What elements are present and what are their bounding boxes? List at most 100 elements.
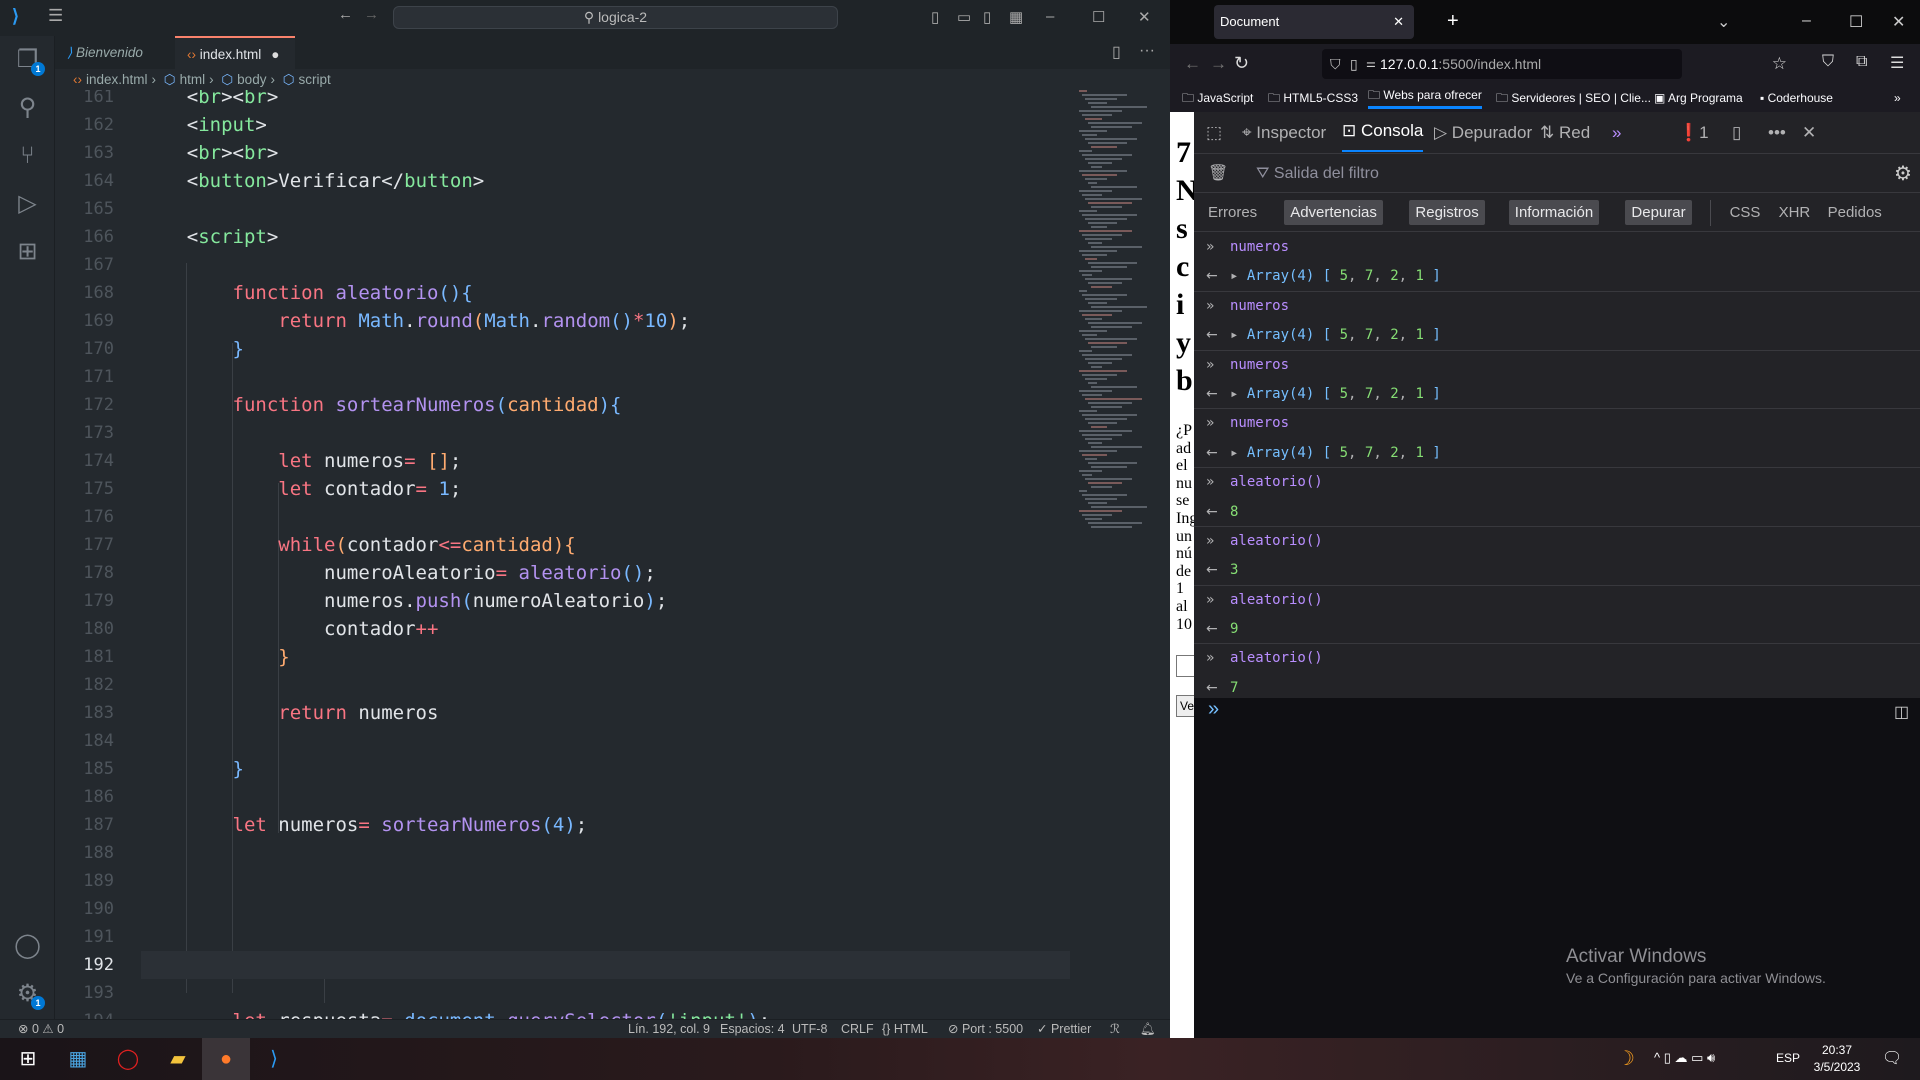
error-count[interactable]: ❗1 [1678, 112, 1709, 154]
console-result-entry[interactable]: ← ▸ Array(4) [ 5, 7, 2, 1 ] [1194, 321, 1920, 351]
console-input-entry[interactable]: » numeros [1194, 409, 1920, 438]
filter-xhr[interactable]: XHR [1773, 200, 1817, 225]
element-picker-icon[interactable]: ⬚ [1206, 112, 1222, 154]
line-ending[interactable]: CRLF [841, 1020, 874, 1039]
code-editor[interactable]: 161 <br><br> 162 <input> 163 <br><br> 164 <… [55, 90, 1070, 1019]
filter-pedidos[interactable]: Pedidos [1822, 200, 1888, 225]
explorer-icon[interactable]: ❐ 1 [0, 36, 55, 84]
tab-network[interactable]: ⇅ Red [1540, 112, 1590, 154]
code-line[interactable]: return Math.round(Math.random()*10); [141, 307, 690, 335]
settings-gear-icon[interactable]: ⚙ 1 [0, 970, 55, 1018]
console-input-entry[interactable]: » numeros [1194, 351, 1920, 380]
indentation[interactable]: Espacios: 4 [720, 1020, 785, 1039]
code-line[interactable]: <script> [141, 223, 279, 251]
shield-icon[interactable]: ⛉ [1330, 49, 1341, 79]
filter-información[interactable]: Información [1508, 200, 1600, 225]
editor-mode-icon[interactable]: ◫ [1894, 702, 1909, 722]
list-tabs-icon[interactable]: ⌄ [1717, 12, 1730, 32]
answer-input[interactable] [1176, 655, 1194, 677]
expand-triangle-icon[interactable]: ▸ [1230, 386, 1247, 402]
prettier-status[interactable]: ✓ Prettier [1037, 1020, 1091, 1039]
extensions-icon[interactable]: ⧉ [1856, 53, 1867, 71]
command-center-search[interactable]: ⚲ logica-2 [393, 6, 838, 29]
console-input-entry[interactable]: » numeros [1194, 233, 1920, 262]
code-line[interactable]: <br><br> [141, 90, 279, 111]
bookmark-folder[interactable]: 🗀︎ Webs para ofrecer [1368, 84, 1482, 109]
firefox-icon[interactable]: ● [202, 1038, 250, 1080]
bookmark-folder[interactable]: 🗀︎ Servideores | SEO | Clie... [1496, 84, 1651, 112]
toggle-secondary-sidebar-icon[interactable]: ▯ [983, 8, 991, 26]
console-result-entry[interactable]: ← ▸ Array(4) [ 5, 7, 2, 1 ] [1194, 439, 1920, 469]
tab-console[interactable]: ⊡ Consola [1342, 112, 1424, 152]
close-devtools-icon[interactable]: ✕ [1802, 112, 1816, 154]
trash-icon[interactable]: 🗑︎ [1208, 155, 1228, 193]
more-bookmarks-icon[interactable]: » [1894, 84, 1901, 112]
settings-gear-icon[interactable]: ⚙ [1894, 155, 1912, 193]
more-options-icon[interactable]: ••• [1768, 112, 1786, 154]
code-line[interactable]: } [141, 755, 244, 783]
more-actions-icon[interactable]: ··· [1139, 42, 1155, 60]
console-result-entry[interactable]: ← 3 [1194, 556, 1920, 586]
new-tab-icon[interactable]: + [1447, 10, 1459, 33]
url-bar[interactable]: ⛉ ▯ ⚌ 127.0.0.1:5500/index.html ☆ [1322, 49, 1787, 79]
maximize-icon[interactable]: ☐ [1849, 12, 1863, 32]
expand-triangle-icon[interactable]: ▸ [1230, 327, 1247, 343]
run-debug-icon[interactable]: ▷ [0, 180, 55, 228]
tray-icons[interactable]: ^ ▯ ☁ ▭ 🔊︎ [1654, 1050, 1715, 1066]
breadcrumb-item[interactable]: body [237, 72, 266, 87]
bookmark-link[interactable]: ▪ Coderhouse [1760, 84, 1833, 112]
encoding[interactable]: UTF-8 [792, 1020, 827, 1039]
extensions-icon[interactable]: ⊞ [0, 228, 55, 276]
console-result-entry[interactable]: ← 8 [1194, 498, 1920, 527]
notifications-bell-icon[interactable]: 🔔︎ [1140, 1020, 1156, 1039]
code-line[interactable]: let numeros= []; [141, 447, 461, 475]
code-line[interactable]: let respuesta= document.querySelector('i… [141, 1007, 771, 1019]
minimap[interactable] [1075, 90, 1160, 570]
console-result-entry[interactable]: ← ▸ Array(4) [ 5, 7, 2, 1 ] [1194, 380, 1920, 410]
filter-registros[interactable]: Registros [1409, 200, 1485, 225]
tab-inspector[interactable]: ⌖ Inspector [1242, 112, 1326, 154]
source-control-icon[interactable]: ⑂ [0, 132, 55, 180]
forward-icon[interactable]: → [364, 6, 379, 23]
file-explorer-icon[interactable]: ▰ [154, 1038, 202, 1080]
expand-triangle-icon[interactable]: ▸ [1230, 445, 1247, 461]
console-input-entry[interactable]: » aleatorio() [1194, 468, 1920, 497]
live-server-port[interactable]: ⊘ Port : 5500 [948, 1020, 1023, 1039]
console-result-entry[interactable]: ← ▸ Array(4) [ 5, 7, 2, 1 ] [1194, 262, 1920, 292]
unsaved-dot-icon[interactable]: ● [271, 47, 279, 62]
split-editor-icon[interactable]: ▯ [1112, 42, 1121, 62]
code-line[interactable]: } [141, 643, 289, 671]
filter-css[interactable]: CSS [1724, 200, 1767, 225]
close-tab-icon[interactable]: ✕ [1393, 5, 1404, 39]
breadcrumb-item[interactable]: html [180, 72, 206, 87]
vscode-icon[interactable]: ⟩ [250, 1038, 298, 1080]
console-input-entry[interactable]: » aleatorio() [1194, 644, 1920, 673]
account-icon[interactable]: ◯ [0, 922, 55, 970]
console-input[interactable]: » ◫ [1194, 698, 1920, 1038]
code-line[interactable]: return numeros [141, 699, 438, 727]
toggle-panel-icon[interactable]: ▭ [957, 8, 971, 26]
opera-icon[interactable]: ◯ [104, 1038, 152, 1080]
accounts-icon[interactable]: ℛ [1110, 1020, 1120, 1039]
code-line[interactable]: function sortearNumeros(cantidad){ [141, 391, 622, 419]
pocket-icon[interactable]: ⛉ [1822, 53, 1834, 71]
minimize-icon[interactable]: – [1046, 8, 1054, 25]
breadcrumb-item[interactable]: script [299, 72, 331, 87]
forward-icon[interactable]: → [1210, 54, 1227, 74]
console-input-entry[interactable]: » numeros [1194, 292, 1920, 321]
bookmark-link[interactable]: ▣ Arg Programa [1654, 84, 1743, 112]
code-line[interactable]: let numeros= sortearNumeros(4); [141, 811, 588, 839]
filter-depurar[interactable]: Depurar [1625, 200, 1692, 225]
toggle-sidebar-icon[interactable]: ▯ [931, 8, 939, 26]
customize-layout-icon[interactable]: ▦ [1009, 8, 1023, 26]
code-line[interactable]: function aleatorio(){ [141, 279, 473, 307]
clock[interactable]: 20:37 3/5/2023 [1812, 1043, 1862, 1074]
close-icon[interactable]: ✕ [1892, 12, 1905, 32]
calculator-icon[interactable]: ▦ [54, 1038, 102, 1080]
filter-errores[interactable]: Errores [1202, 200, 1263, 225]
app-menu-icon[interactable]: ☰ [1890, 53, 1904, 73]
console-input-entry[interactable]: » aleatorio() [1194, 586, 1920, 615]
breadcrumb-item[interactable]: index.html [86, 72, 148, 87]
notifications-icon[interactable]: 🗨︎ [1882, 1048, 1902, 1068]
language-mode[interactable]: {} HTML [882, 1020, 928, 1039]
